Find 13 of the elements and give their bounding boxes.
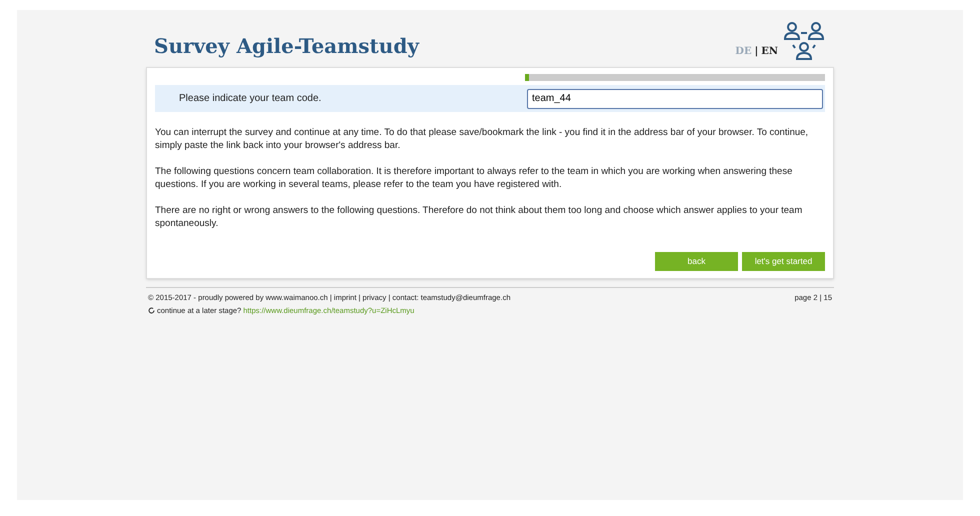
intro-paragraph: You can interrupt the survey and continue at any time. To do that please save/bookmark the link - you find it in the address bar of your browser. To continue, simply paste the link back into your browser's address bar. [155,126,810,152]
separator: | [754,45,758,59]
intro-paragraph: The following questions concern team collaboration. It is therefore important to always refer to the team in which you are working when answering these questions. If you are working in several teams, please refer to the team you have registered with. [155,165,794,191]
team-icon [782,21,826,61]
intro-paragraph: There are no right or wrong answers to the following questions. Therefore do not think about them too long and choose which answer applies to your team spontaneously. [155,204,804,230]
survey-title: Survey Agile-Teamstudy [154,33,419,60]
team-code-field[interactable]: team_44 [527,88,823,108]
back-button[interactable]: back [655,252,738,271]
language-link[interactable]: DE [735,44,752,59]
language-link[interactable]: EN [761,44,778,59]
refresh-icon [148,307,155,314]
start-button[interactable]: let's get started [742,252,825,271]
question-label: Please indicate your team code. [179,92,322,106]
